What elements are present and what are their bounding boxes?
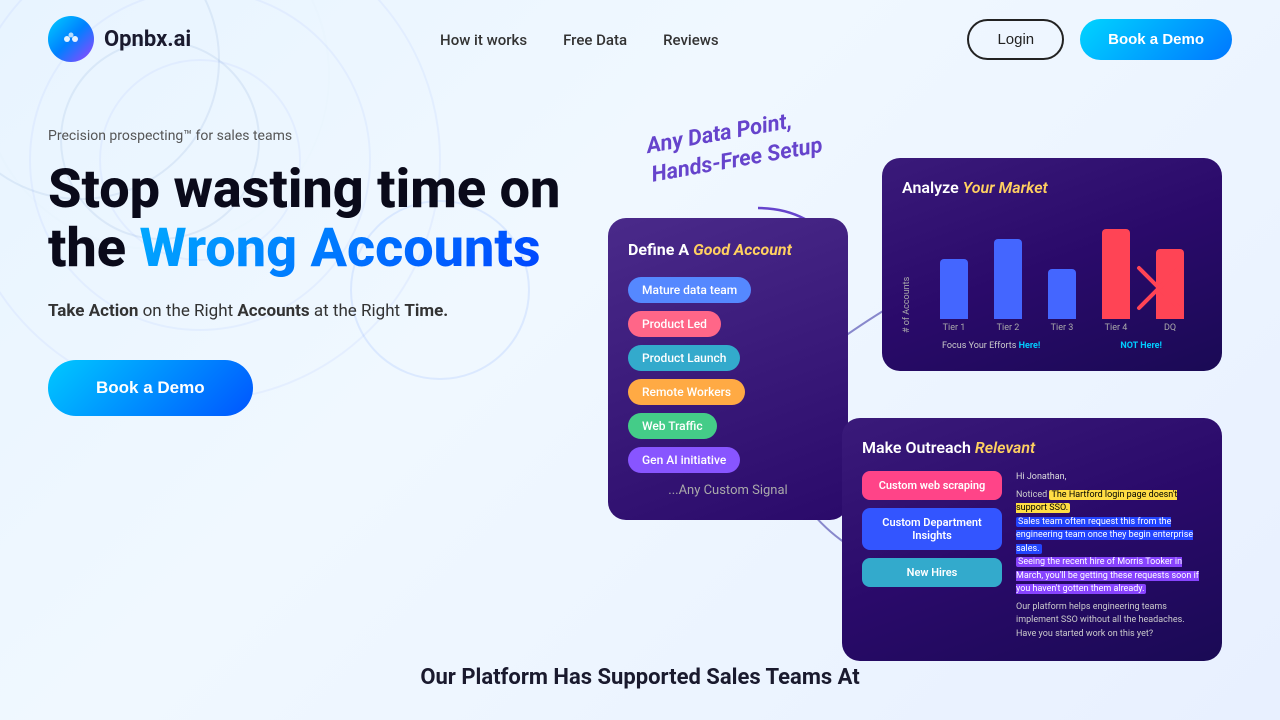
bar-chart: Tier 1 Tier 2 Tier 3 Tier 4 xyxy=(922,213,1202,333)
bar-label-tier2: Tier 2 xyxy=(997,323,1020,333)
outreach-title-highlight: Relevant xyxy=(975,438,1035,457)
analyze-market-card: Analyze Your Market # of Accounts Tier 1… xyxy=(882,158,1222,371)
hero-left: Precision prospecting™ for sales teams S… xyxy=(48,98,568,416)
tag-product-launch: Product Launch xyxy=(628,345,740,371)
hero-tagline: Precision prospecting™ for sales teams xyxy=(48,128,568,144)
analyze-card-title: Analyze Your Market xyxy=(902,178,1202,197)
bottom-supported-text: Our Platform Has Supported Sales Teams A… xyxy=(0,665,1280,690)
email-highlight3: Seeing the recent hire of Morris Tooker … xyxy=(1016,557,1199,594)
nav-link-free-data[interactable]: Free Data xyxy=(563,31,627,49)
chart-footer: Focus Your Efforts Here! NOT Here! xyxy=(902,341,1202,351)
outreach-tag-dept-insights: Custom Department Insights xyxy=(862,508,1002,550)
hero-sub-take-action: Take Action xyxy=(48,301,138,321)
hero-title-line2: the xyxy=(48,217,140,280)
book-demo-hero-button[interactable]: Book a Demo xyxy=(48,360,253,416)
hero-sub-accounts: Accounts xyxy=(237,301,309,321)
bar-tier2 xyxy=(994,239,1022,319)
nav-link-reviews[interactable]: Reviews xyxy=(663,31,719,49)
bar-tier3 xyxy=(1048,269,1076,319)
outreach-body: Custom web scraping Custom Department In… xyxy=(862,471,1202,641)
hero-title: Stop wasting time on the Wrong Accounts xyxy=(48,160,568,279)
tag-mature-data-team: Mature data team xyxy=(628,277,751,303)
define-account-card: Define A Good Account Mature data team P… xyxy=(608,218,848,520)
email-line1: Noticed The Hartford login page doesn't … xyxy=(1016,489,1202,516)
login-button[interactable]: Login xyxy=(967,19,1064,60)
bar-tier4 xyxy=(1102,229,1130,319)
logo-icon xyxy=(48,16,94,62)
outreach-email: Hi Jonathan, Noticed The Hartford login … xyxy=(1016,471,1202,641)
nav-link-how-it-works[interactable]: How it works xyxy=(440,31,527,49)
chart-footer-focus: Focus Your Efforts Here! xyxy=(942,341,1040,351)
bar-group-tier2: Tier 2 xyxy=(986,239,1030,333)
hero-subtitle: Take Action on the Right Accounts at the… xyxy=(48,299,568,325)
hero-sub-part2: on the Right xyxy=(138,301,237,321)
bar-group-tier1: Tier 1 xyxy=(932,259,976,333)
outreach-tag-web-scraping: Custom web scraping xyxy=(862,471,1002,500)
chart-y-axis-label: # of Accounts xyxy=(902,213,912,333)
bar-label-tier3: Tier 3 xyxy=(1051,323,1074,333)
chart-footer-not: NOT Here! xyxy=(1120,341,1162,351)
logo-text: Opnbx.ai xyxy=(104,27,191,52)
outreach-tag-new-hires: New Hires xyxy=(862,558,1002,587)
define-card-title-highlight: Good Account xyxy=(693,240,792,259)
hero-title-highlight: Wrong Accounts xyxy=(140,217,541,280)
logo: Opnbx.ai xyxy=(48,16,191,62)
hero-section: Precision prospecting™ for sales teams S… xyxy=(0,78,1280,658)
nav-actions: Login Book a Demo xyxy=(967,19,1232,60)
outreach-card-title: Make Outreach Relevant xyxy=(862,438,1202,457)
book-demo-nav-button[interactable]: Book a Demo xyxy=(1080,19,1232,60)
email-line5: Have you started work on this yet? xyxy=(1016,628,1202,642)
tag-gen-ai: Gen AI initiative xyxy=(628,447,740,473)
bar-label-tier4: Tier 4 xyxy=(1105,323,1128,333)
tag-product-led: Product Led xyxy=(628,311,721,337)
outreach-tags: Custom web scraping Custom Department In… xyxy=(862,471,1002,641)
email-line2: Sales team often request this from the e… xyxy=(1016,516,1202,557)
hero-sub-time: Time. xyxy=(404,301,448,321)
hero-sub-part4: at the Right xyxy=(310,301,405,321)
custom-signal-text: ...Any Custom Signal xyxy=(628,483,828,498)
annotation-text: Any Data Point, Hands-Free Setup xyxy=(644,103,824,189)
define-card-title: Define A Good Account xyxy=(628,240,828,261)
x-mark-icon xyxy=(1134,263,1184,313)
tag-web-traffic: Web Traffic xyxy=(628,413,717,439)
email-greeting: Hi Jonathan, xyxy=(1016,471,1202,485)
navbar: Opnbx.ai How it works Free Data Reviews … xyxy=(0,0,1280,78)
hero-title-line1: Stop wasting time on xyxy=(48,158,560,221)
tag-remote-workers: Remote Workers xyxy=(628,379,745,405)
hero-right: Any Data Point, Hands-Free Setup Define … xyxy=(588,98,1232,658)
bar-label-dq: DQ xyxy=(1164,323,1176,333)
bar-tier1 xyxy=(940,259,968,319)
bar-label-tier1: Tier 1 xyxy=(943,323,966,333)
analyze-card-title-highlight: Your Market xyxy=(963,178,1048,197)
bar-group-tier4: Tier 4 xyxy=(1094,229,1138,333)
define-tags-grid: Mature data team Product Led Product Lau… xyxy=(628,277,828,473)
email-line3: Seeing the recent hire of Morris Tooker … xyxy=(1016,556,1202,597)
email-line4: Our platform helps engineering teams imp… xyxy=(1016,601,1202,628)
outreach-card: Make Outreach Relevant Custom web scrapi… xyxy=(842,418,1222,661)
email-highlight2: Sales team often request this from the e… xyxy=(1016,517,1193,554)
bar-group-tier3: Tier 3 xyxy=(1040,269,1084,333)
nav-links: How it works Free Data Reviews xyxy=(440,30,719,49)
